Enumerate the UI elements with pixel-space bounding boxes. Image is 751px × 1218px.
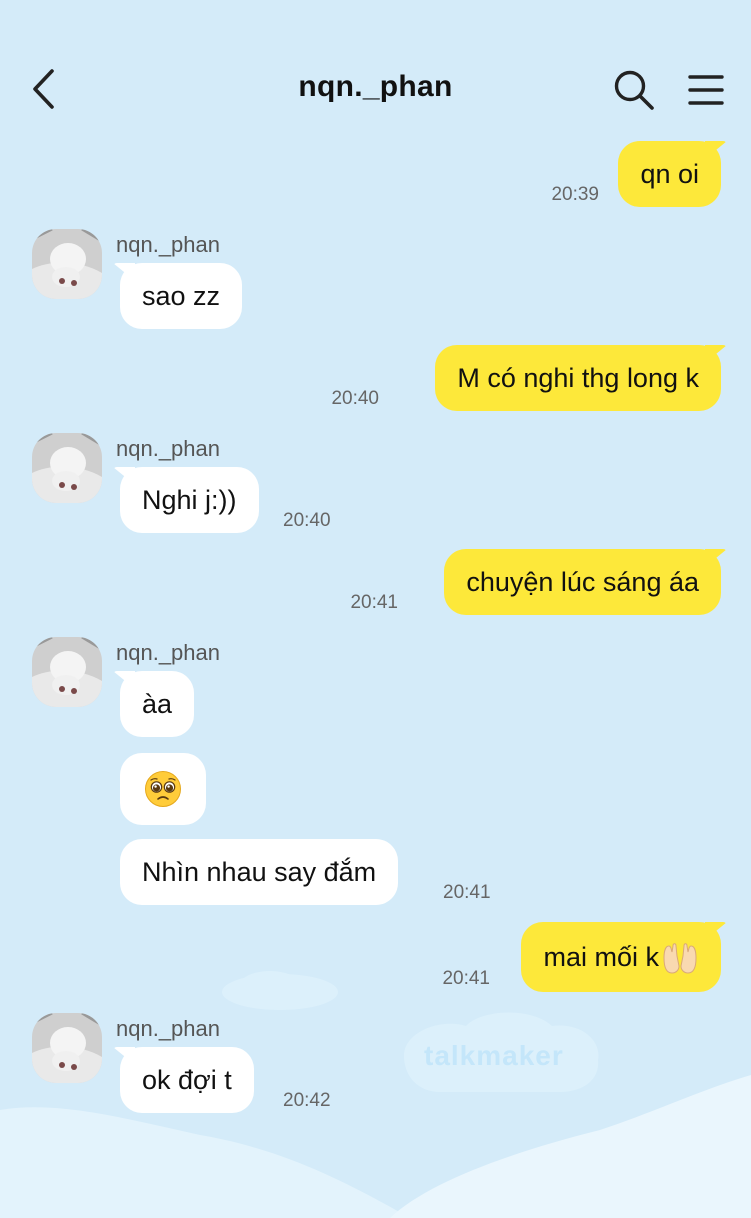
pleading-face-icon: [145, 771, 181, 807]
outgoing-message-bubble[interactable]: M có nghi thg long k: [435, 345, 721, 411]
avatar[interactable]: [32, 433, 102, 503]
avatar[interactable]: [32, 1013, 102, 1083]
watermark: talkmaker: [424, 1040, 564, 1071]
palms-up-icon: [663, 943, 697, 974]
menu-button[interactable]: [686, 70, 726, 110]
incoming-message-bubble[interactable]: àa: [120, 671, 195, 737]
sender-name: nqn._phan: [116, 436, 220, 461]
search-icon: [614, 70, 654, 110]
outgoing-message-bubble[interactable]: qn oi: [618, 141, 721, 207]
message-time: 20:40: [331, 388, 379, 409]
incoming-message-bubble[interactable]: Nghi j:)): [120, 467, 259, 533]
avatar[interactable]: [32, 637, 102, 707]
message-time: 20:39: [551, 184, 599, 205]
message-time: 20:41: [350, 592, 398, 613]
incoming-message-bubble[interactable]: Nhìn nhau say đắm: [120, 839, 399, 905]
message-time: 20:42: [283, 1090, 331, 1111]
avatar-image: [32, 229, 102, 299]
sender-name: nqn._phan: [116, 640, 220, 665]
incoming-message-bubble[interactable]: ok đợi t: [120, 1047, 254, 1113]
sender-name: nqn._phan: [116, 232, 220, 257]
message-time: 20:41: [442, 968, 490, 989]
avatar[interactable]: [32, 229, 102, 299]
incoming-message-bubble[interactable]: sao zz: [120, 263, 243, 329]
outgoing-message-bubble[interactable]: chuyện lúc sáng áa: [444, 549, 721, 615]
message-time: 20:41: [443, 882, 491, 903]
avatar-image: [32, 1013, 102, 1083]
message-text: mai mối k: [543, 942, 659, 972]
search-button[interactable]: [612, 68, 656, 112]
sender-name: nqn._phan: [116, 1016, 220, 1041]
outgoing-message-bubble[interactable]: mai mối k: [521, 922, 721, 992]
message-time: 20:40: [283, 510, 331, 531]
hamburger-menu-icon: [688, 75, 724, 105]
avatar-image: [32, 433, 102, 503]
incoming-emoji-bubble[interactable]: [120, 753, 206, 825]
avatar-image: [32, 637, 102, 707]
chat-header: nqn._phan: [0, 0, 751, 140]
